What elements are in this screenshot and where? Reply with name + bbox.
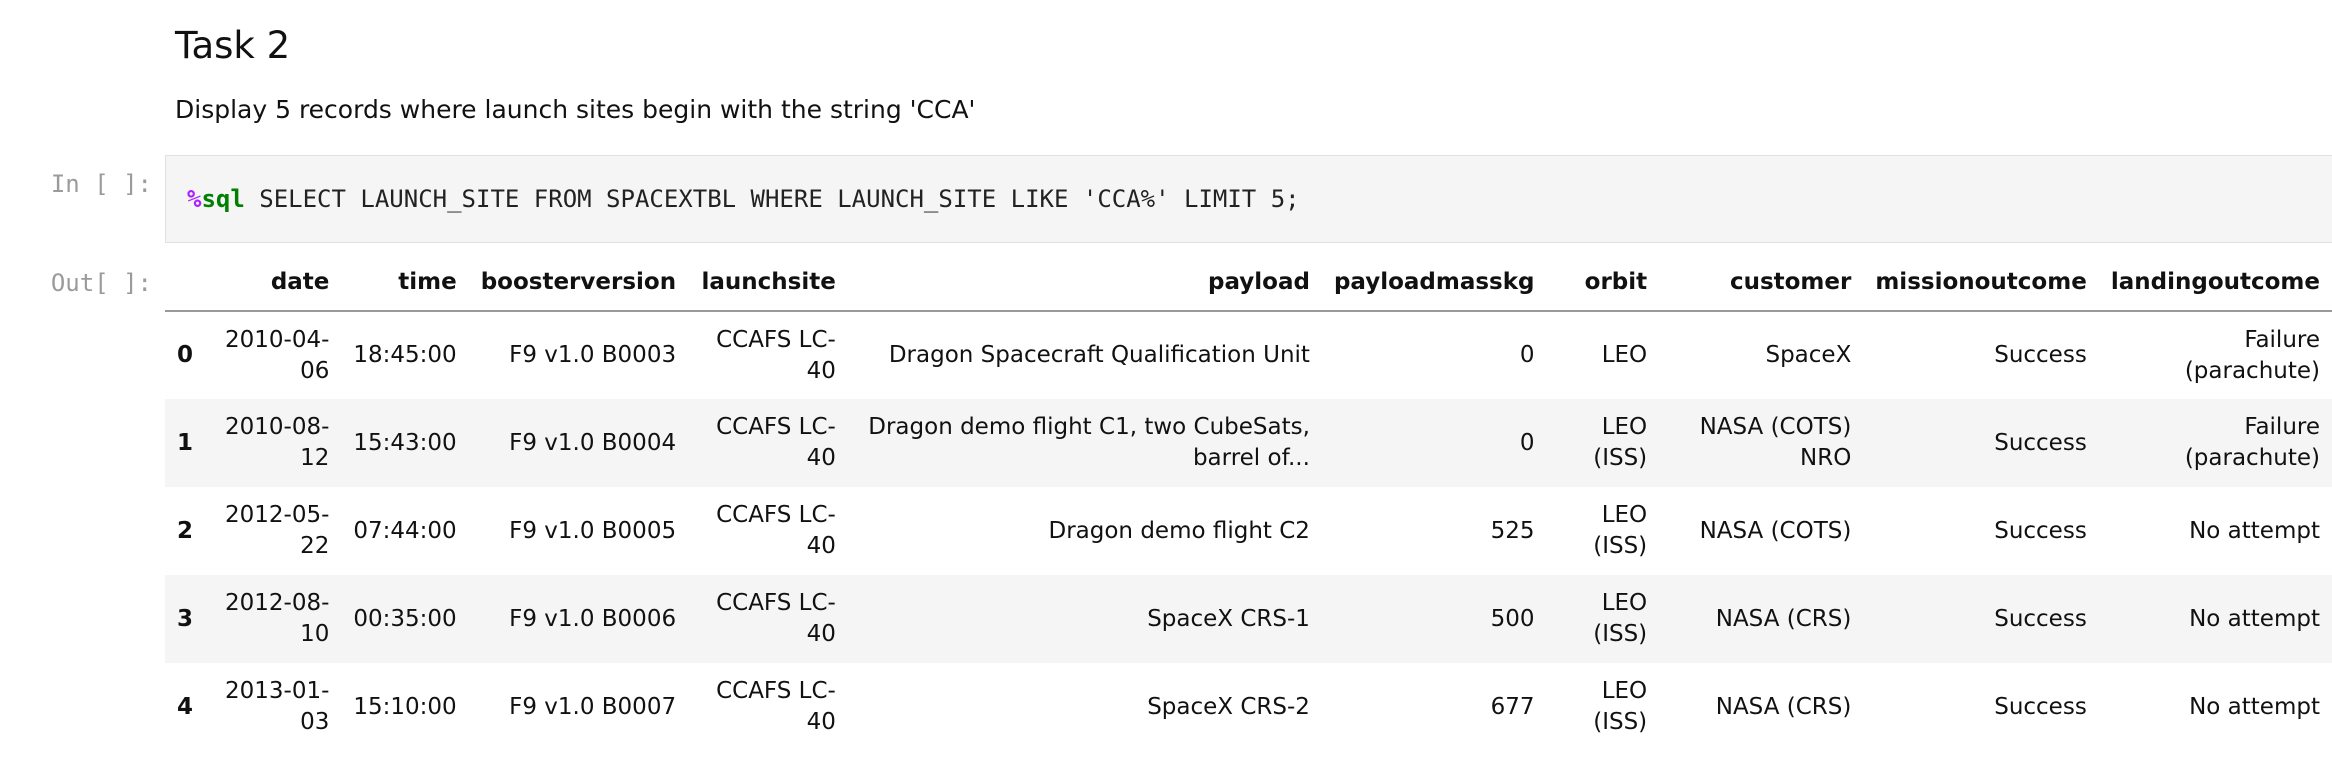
cell-missionoutcome: Success xyxy=(1994,693,2087,720)
cell-payloadmasskg: 500 xyxy=(1490,605,1535,632)
cell-missionoutcome: Success xyxy=(1994,517,2087,544)
cell-landingoutcome: No attempt xyxy=(2189,605,2320,632)
cell-date: 2012-08-10 xyxy=(224,590,330,647)
cell-payloadmasskg: 525 xyxy=(1490,517,1535,544)
header-index xyxy=(165,254,212,312)
cell-date: 2010-04-06 xyxy=(224,326,330,384)
cell-date: 2012-05-22 xyxy=(224,502,330,559)
cell-time: 00:35:00 xyxy=(353,605,457,632)
cell-payload: Dragon demo flight C2 xyxy=(1048,517,1310,544)
cell-date: 2010-08-12 xyxy=(224,414,330,471)
cell-missionoutcome: Success xyxy=(1994,605,2087,632)
cell-customer: SpaceX xyxy=(1765,342,1852,368)
sql-query: SELECT LAUNCH_SITE FROM SPACEXTBL WHERE … xyxy=(244,185,1300,213)
cell-boosterversion: F9 v1.0 B0003 xyxy=(509,342,677,368)
cell-payload: Dragon Spacecraft Qualification Unit xyxy=(888,342,1310,368)
header-time: time xyxy=(341,254,469,312)
cell-time: 15:43:00 xyxy=(353,429,457,456)
table-row: 0 2010-04-06 18:45:00 F9 v1.0 B0003 CCAF… xyxy=(165,311,2332,399)
header-launchsite: launchsite xyxy=(688,254,848,312)
cell-landingoutcome: Failure (parachute) xyxy=(2184,326,2320,384)
cell-boosterversion: F9 v1.0 B0005 xyxy=(509,517,677,544)
row-index: 1 xyxy=(177,429,194,456)
cell-boosterversion: F9 v1.0 B0006 xyxy=(509,605,677,632)
cell-launchsite: CCAFS LC-40 xyxy=(716,326,836,384)
code-cell-editor[interactable]: %sql SELECT LAUNCH_SITE FROM SPACEXTBL W… xyxy=(165,155,2332,243)
magic-percent: % xyxy=(187,185,202,213)
notebook-page: Task 2 Display 5 records where launch si… xyxy=(0,0,2332,774)
cell-landingoutcome: Failure (parachute) xyxy=(2184,414,2320,471)
cell-landingoutcome: No attempt xyxy=(2189,693,2320,720)
cell-payloadmasskg: 677 xyxy=(1490,693,1535,720)
cell-payload: SpaceX CRS-2 xyxy=(1147,693,1310,720)
header-customer: customer xyxy=(1659,254,1864,312)
cell-launchsite: CCAFS LC-40 xyxy=(716,502,836,559)
cell-time: 07:44:00 xyxy=(353,517,457,544)
header-payloadmasskg: payloadmasskg xyxy=(1321,254,1547,312)
cell-payloadmasskg: 0 xyxy=(1519,342,1535,368)
markdown-cell[interactable]: Task 2 Display 5 records where launch si… xyxy=(175,18,2275,128)
table-row: 4 2013-01-03 15:10:00 F9 v1.0 B0007 CCAF… xyxy=(165,663,2332,751)
header-orbit: orbit xyxy=(1546,254,1660,312)
header-payload: payload xyxy=(847,254,1322,312)
row-index: 4 xyxy=(177,693,194,720)
cell-date: 2013-01-03 xyxy=(224,678,330,735)
magic-sql-keyword: sql xyxy=(201,185,245,213)
cell-orbit: LEO xyxy=(1601,342,1648,368)
cell-launchsite: CCAFS LC-40 xyxy=(716,678,836,735)
cell-payload: SpaceX CRS-1 xyxy=(1147,605,1310,632)
header-missionoutcome: missionoutcome xyxy=(1863,254,2099,312)
table-row: 1 2010-08-12 15:43:00 F9 v1.0 B0004 CCAF… xyxy=(165,399,2332,487)
cell-boosterversion: F9 v1.0 B0007 xyxy=(509,693,677,720)
header-date: date xyxy=(211,254,342,312)
cell-customer: NASA (COTS) xyxy=(1699,517,1852,544)
cell-customer: NASA (CRS) xyxy=(1715,605,1852,632)
header-landingoutcome: landingoutcome xyxy=(2098,254,2332,312)
cell-customer: NASA (COTS) NRO xyxy=(1699,414,1852,471)
cell-time: 18:45:00 xyxy=(353,342,457,368)
cell-orbit: LEO (ISS) xyxy=(1593,678,1648,735)
cell-payloadmasskg: 0 xyxy=(1519,429,1535,456)
table-row: 2 2012-05-22 07:44:00 F9 v1.0 B0005 CCAF… xyxy=(165,487,2332,575)
task-heading: Task 2 xyxy=(175,24,291,67)
cell-customer: NASA (CRS) xyxy=(1715,693,1852,720)
cell-payload: Dragon demo flight C1, two CubeSats, bar… xyxy=(868,414,1310,471)
cell-launchsite: CCAFS LC-40 xyxy=(716,414,836,471)
row-index: 3 xyxy=(177,605,194,632)
output-dataframe-table: date time boosterversion launchsite payl… xyxy=(165,254,2332,751)
input-prompt: In [ ]: xyxy=(50,170,152,198)
cell-orbit: LEO (ISS) xyxy=(1593,502,1648,559)
cell-orbit: LEO (ISS) xyxy=(1593,590,1648,647)
row-index: 2 xyxy=(177,517,194,544)
cell-launchsite: CCAFS LC-40 xyxy=(716,590,836,647)
cell-missionoutcome: Success xyxy=(1994,342,2087,368)
cell-landingoutcome: No attempt xyxy=(2189,517,2320,544)
cell-orbit: LEO (ISS) xyxy=(1593,414,1648,471)
table-header-row: date time boosterversion launchsite payl… xyxy=(165,254,2332,312)
cell-boosterversion: F9 v1.0 B0004 xyxy=(509,429,677,456)
header-boosterversion: boosterversion xyxy=(468,254,689,312)
code-line: %sql SELECT LAUNCH_SITE FROM SPACEXTBL W… xyxy=(187,185,1300,213)
cell-missionoutcome: Success xyxy=(1994,429,2087,456)
table-row: 3 2012-08-10 00:35:00 F9 v1.0 B0006 CCAF… xyxy=(165,575,2332,663)
task-description: Display 5 records where launch sites beg… xyxy=(175,95,976,124)
row-index: 0 xyxy=(177,342,194,368)
output-prompt: Out[ ]: xyxy=(50,269,152,297)
cell-time: 15:10:00 xyxy=(353,693,457,720)
